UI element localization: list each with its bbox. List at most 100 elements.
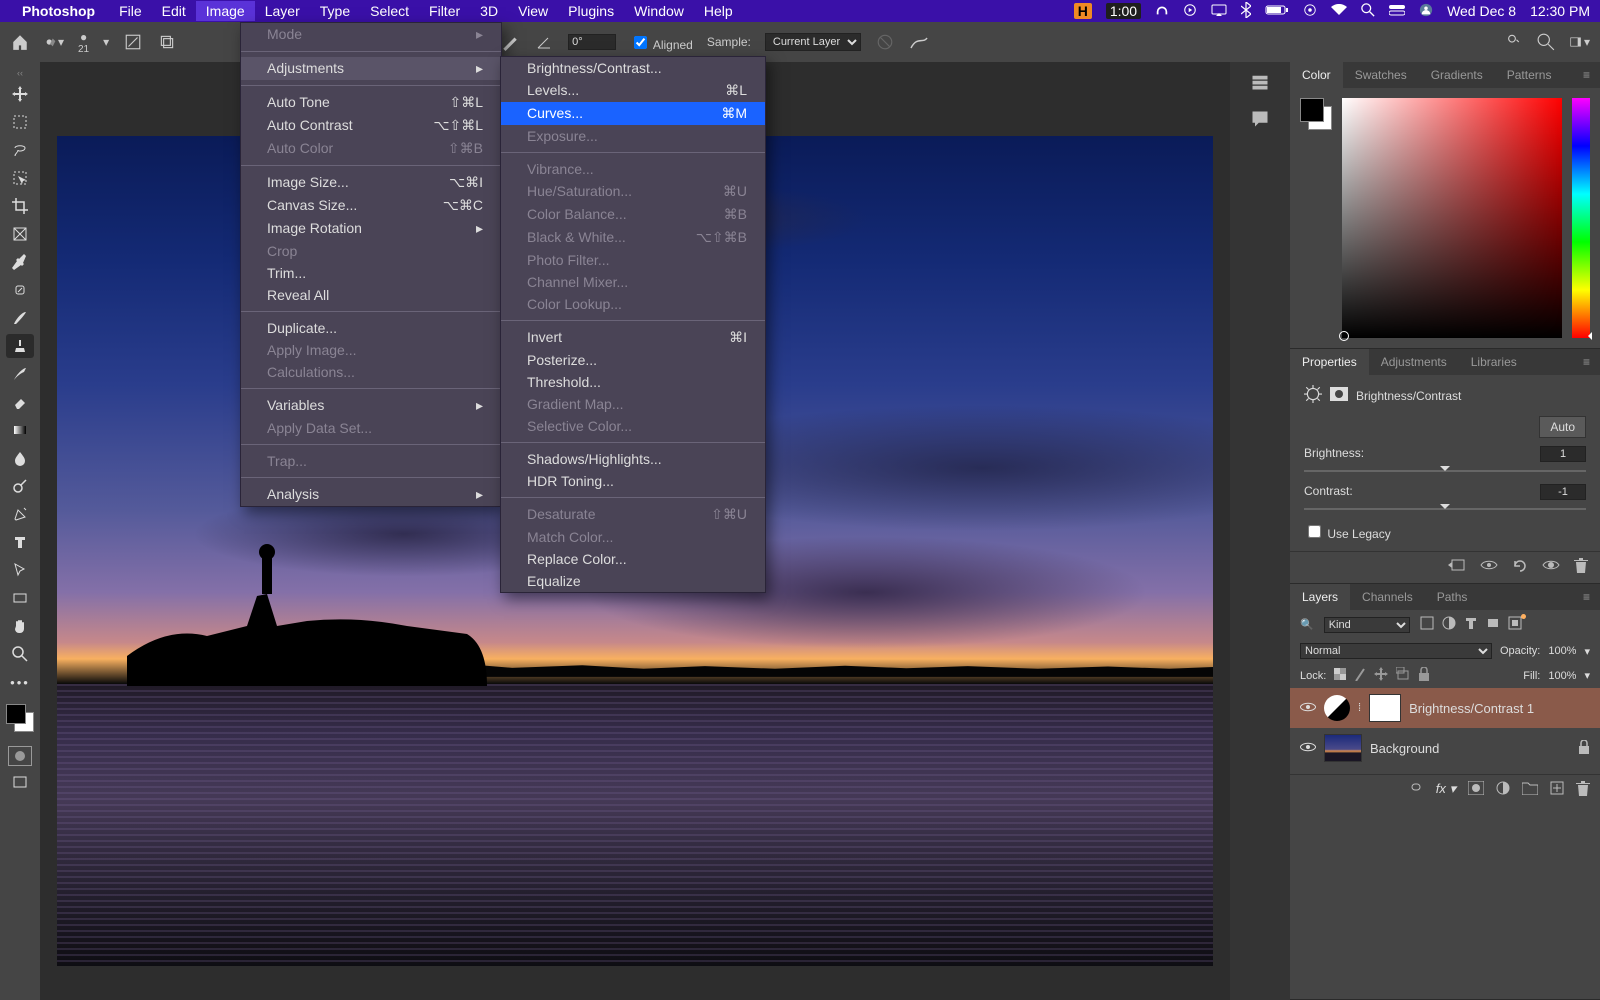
menu-item[interactable]: Posterize... <box>501 349 765 371</box>
new-group-icon[interactable] <box>1522 781 1538 800</box>
auto-button[interactable]: Auto <box>1539 416 1586 438</box>
fill-value[interactable]: 100% <box>1548 670 1576 682</box>
menu-item[interactable]: Replace Color... <box>501 548 765 570</box>
menu-item[interactable]: Variables▸ <box>241 394 501 417</box>
layer-row[interactable]: Background <box>1290 728 1600 768</box>
brush-tool[interactable] <box>6 306 34 330</box>
filter-shape-icon[interactable] <box>1486 616 1500 633</box>
color-panel-menu-icon[interactable]: ≡ <box>1573 62 1600 88</box>
menu-item[interactable]: Invert⌘I <box>501 326 765 349</box>
menu-item[interactable]: Canvas Size...⌥⌘C <box>241 194 501 217</box>
layer-row[interactable]: ⁞ Brightness/Contrast 1 <box>1290 688 1600 728</box>
tab-adjustments[interactable]: Adjustments <box>1369 349 1459 375</box>
tab-properties[interactable]: Properties <box>1290 349 1369 375</box>
tab-libraries[interactable]: Libraries <box>1459 349 1529 375</box>
app-name[interactable]: Photoshop <box>22 3 95 19</box>
opacity-value[interactable]: 100% <box>1548 645 1576 657</box>
menubar-date[interactable]: Wed Dec 8 <box>1447 3 1516 19</box>
menu-item[interactable]: Analysis▸ <box>241 483 501 506</box>
lock-position-icon[interactable] <box>1374 667 1388 684</box>
comments-panel-icon[interactable] <box>1250 109 1270 132</box>
view-previous-icon[interactable] <box>1480 558 1498 577</box>
menu-file[interactable]: File <box>109 1 152 21</box>
sample-select[interactable]: Current Layer <box>765 33 861 51</box>
color-panel-swatch[interactable] <box>1300 98 1332 130</box>
menu-item[interactable]: Brightness/Contrast... <box>501 57 765 79</box>
tab-paths[interactable]: Paths <box>1425 584 1480 610</box>
menu-item[interactable]: HDR Toning... <box>501 470 765 492</box>
bluetooth-icon[interactable] <box>1241 2 1251 21</box>
brightness-input[interactable] <box>1540 446 1586 462</box>
pen-tool[interactable] <box>6 502 34 526</box>
lock-all-icon[interactable] <box>1418 667 1430 684</box>
tab-color[interactable]: Color <box>1290 62 1343 88</box>
new-adjustment-icon[interactable] <box>1496 781 1510 800</box>
angle-input[interactable] <box>568 34 616 50</box>
brightness-slider[interactable] <box>1304 464 1586 478</box>
pressure-size-icon[interactable] <box>909 32 929 52</box>
tab-layers[interactable]: Layers <box>1290 584 1350 610</box>
screen-mirror-icon[interactable] <box>1211 3 1227 19</box>
headphones-icon[interactable] <box>1155 3 1169 20</box>
link-layers-icon[interactable] <box>1408 781 1424 800</box>
zoom-tool[interactable] <box>6 642 34 666</box>
menu-item[interactable]: Threshold... <box>501 371 765 393</box>
new-layer-icon[interactable] <box>1550 781 1564 800</box>
properties-panel-menu-icon[interactable]: ≡ <box>1573 349 1600 375</box>
eyedropper-tool[interactable] <box>6 250 34 274</box>
history-panel-icon[interactable] <box>1250 72 1270 95</box>
clone-source-icon[interactable] <box>157 32 177 52</box>
delete-adjustment-icon[interactable] <box>1574 558 1588 577</box>
eraser-tool[interactable] <box>6 390 34 414</box>
menu-item[interactable]: Duplicate... <box>241 317 501 339</box>
play-circle-icon[interactable] <box>1183 3 1197 20</box>
color-swatch[interactable] <box>6 704 34 732</box>
menu-item[interactable]: Image Size...⌥⌘I <box>241 171 501 194</box>
filter-pixel-icon[interactable] <box>1420 616 1434 633</box>
layer-mask-thumbnail[interactable] <box>1369 694 1401 722</box>
spotlight-icon[interactable] <box>1361 3 1375 20</box>
menu-item[interactable]: Auto Tone⇧⌘L <box>241 91 501 114</box>
control-center-icon[interactable] <box>1389 3 1405 19</box>
menu-item[interactable]: Trim... <box>241 262 501 284</box>
menu-plugins[interactable]: Plugins <box>558 1 624 21</box>
healing-brush-tool[interactable] <box>6 278 34 302</box>
brush-settings-icon[interactable] <box>123 32 143 52</box>
gradient-tool[interactable] <box>6 418 34 442</box>
blend-mode-select[interactable]: Normal <box>1300 643 1492 659</box>
move-tool[interactable] <box>6 82 34 106</box>
tab-patterns[interactable]: Patterns <box>1495 62 1564 88</box>
search-icon[interactable] <box>1536 32 1556 52</box>
menu-item[interactable]: Reveal All <box>241 284 501 306</box>
airdrop-icon[interactable] <box>1303 3 1317 20</box>
lock-pixels-icon[interactable] <box>1354 667 1366 684</box>
crop-tool[interactable] <box>6 194 34 218</box>
menu-3d[interactable]: 3D <box>470 1 508 21</box>
menu-item[interactable]: Levels...⌘L <box>501 79 765 102</box>
lock-trans-icon[interactable] <box>1334 668 1346 683</box>
toggle-visibility-icon[interactable] <box>1542 558 1560 577</box>
quick-mask-toggle[interactable] <box>8 746 32 766</box>
rectangle-tool[interactable] <box>6 586 34 610</box>
filter-adjust-icon[interactable] <box>1442 616 1456 633</box>
menu-item[interactable]: Equalize <box>501 570 765 592</box>
menubar-clock[interactable]: 12:30 PM <box>1530 3 1590 19</box>
path-select-tool[interactable] <box>6 558 34 582</box>
tool-preset-icon[interactable]: ▾ <box>44 32 64 52</box>
marquee-tool[interactable] <box>6 110 34 134</box>
history-brush-tool[interactable] <box>6 362 34 386</box>
menu-layer[interactable]: Layer <box>255 1 310 21</box>
dodge-tool[interactable] <box>6 474 34 498</box>
use-legacy-checkbox[interactable]: Use Legacy <box>1304 527 1391 541</box>
workspace-switcher-icon[interactable]: ▾ <box>1570 32 1590 52</box>
user-icon[interactable] <box>1419 3 1433 20</box>
layer-thumbnail[interactable] <box>1324 734 1362 762</box>
menu-help[interactable]: Help <box>694 1 743 21</box>
blur-tool[interactable] <box>6 446 34 470</box>
battery-icon[interactable] <box>1265 3 1289 19</box>
menu-item[interactable]: Adjustments▸ <box>241 57 501 80</box>
contrast-slider[interactable] <box>1304 502 1586 516</box>
share-icon[interactable] <box>1502 32 1522 52</box>
aligned-checkbox[interactable]: Aligned <box>630 33 693 52</box>
status-badge[interactable]: H <box>1074 3 1092 19</box>
